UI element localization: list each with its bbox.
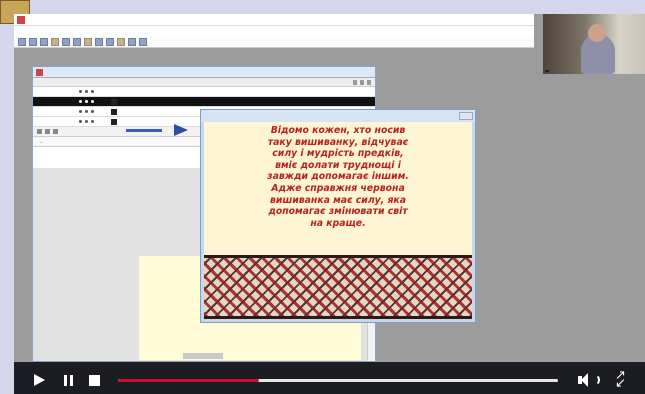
presenter-head [588,24,606,42]
embroidery-ornament [204,255,472,319]
toolbar [14,36,534,48]
new-file-icon[interactable] [18,37,26,46]
eye-icon[interactable] [353,79,357,85]
layer-toggles[interactable] [79,110,109,113]
outline-icon[interactable] [367,79,371,85]
keyframe[interactable] [111,109,117,115]
layer-row-selected[interactable] [33,97,375,107]
menu-bar[interactable] [14,26,534,36]
seek-bar[interactable] [118,379,558,382]
back-arrow-icon[interactable]: ← [39,139,44,145]
timeline-titlebar [33,67,375,78]
seek-bar-progress [118,379,259,382]
paste-icon[interactable] [84,37,92,46]
horizontal-scrollbar-thumb[interactable] [183,353,223,359]
pause-icon[interactable] [58,366,80,394]
frame-top-edge [0,0,645,14]
undo-icon[interactable] [95,37,103,46]
timeline-ruler [33,78,375,87]
layer-row[interactable] [33,87,375,97]
preview-window: Відомо кожен, хто носив таку вишиванку, … [200,109,476,323]
webcam-overlay [543,14,645,74]
add-layer-icon[interactable] [37,129,42,134]
fullscreen-icon[interactable] [612,366,634,394]
app-titlebar [14,14,534,26]
shared-screen: ← Відомо кожен, хто носив таку вишиванку… [14,14,645,362]
motion-tween [126,129,162,132]
redo-icon[interactable] [106,37,114,46]
print-icon[interactable] [51,37,59,46]
layer-toggles[interactable] [79,90,109,93]
volume-wave [590,374,600,386]
stop-icon[interactable] [84,366,106,394]
layer-toggles[interactable] [79,120,109,123]
document-icon [36,69,43,76]
save-icon[interactable] [40,37,48,46]
keyframe[interactable] [111,99,117,105]
presenter-name [545,70,549,72]
slide-content: Відомо кожен, хто носив таку вишиванку, … [204,122,472,319]
app-logo-icon [17,16,25,24]
copy-icon[interactable] [73,37,81,46]
preview-titlebar [201,110,475,122]
delete-layer-icon[interactable] [53,129,58,134]
frame-left-edge [0,0,14,394]
slide-text: Відомо кожен, хто носив таку вишиванку, … [267,125,409,229]
folder-icon[interactable] [45,129,50,134]
keyframe[interactable] [111,119,117,125]
close-icon[interactable] [459,112,473,120]
open-folder-icon[interactable] [29,37,37,46]
layer-toggles[interactable] [79,100,109,103]
zoom-icon[interactable] [117,37,125,46]
align-icon[interactable] [128,37,136,46]
play-icon[interactable] [28,366,50,394]
lock-icon[interactable] [360,79,364,85]
tween-arrow-icon [174,124,188,136]
snap-icon[interactable] [139,37,147,46]
cut-icon[interactable] [62,37,70,46]
video-player-controls [14,366,645,394]
